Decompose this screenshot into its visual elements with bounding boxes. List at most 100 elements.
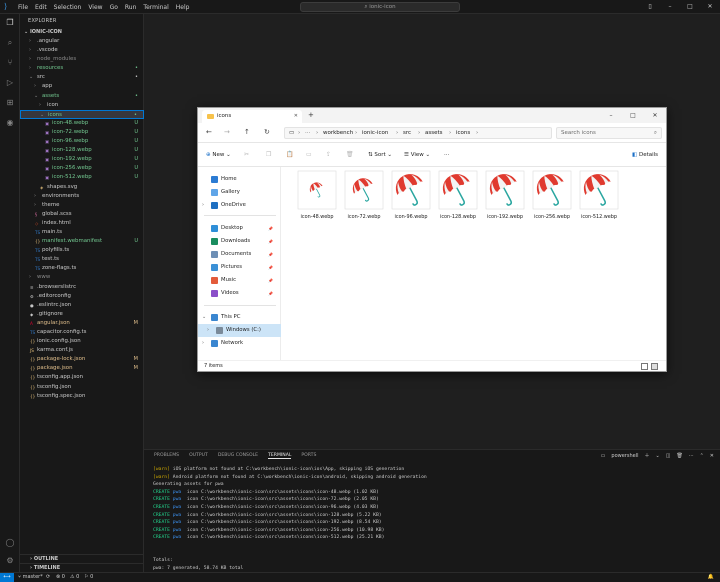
new-button[interactable]: ⊕ New ⌄ — [206, 150, 231, 160]
rename-icon[interactable]: ▭ — [306, 150, 312, 160]
terminal-shell-label[interactable]: powershell — [611, 453, 638, 459]
breadcrumb-overflow[interactable]: ··· — [305, 128, 310, 138]
sort-button[interactable]: ⇅ Sort ⌄ — [368, 150, 392, 160]
tree-item[interactable]: JS karma.conf.js — [20, 346, 144, 355]
breadcrumb-workbench[interactable]: workbench — [323, 128, 353, 138]
sync-icon[interactable]: ⟳ — [46, 573, 50, 582]
tree-item[interactable]: ◈ shapes.svg — [20, 183, 144, 192]
tree-item[interactable]: TS test.ts — [20, 255, 144, 264]
minimize-button[interactable]: – — [660, 0, 680, 14]
refresh-icon[interactable]: ↻ — [264, 128, 270, 137]
chevron-icon[interactable]: ⌄ — [202, 311, 206, 324]
cut-icon[interactable]: ✂ — [244, 150, 249, 160]
remote-explorer-icon[interactable]: ◉ — [4, 117, 16, 129]
more-options-button[interactable]: ··· — [444, 150, 449, 160]
chevron-icon[interactable]: › — [202, 337, 204, 350]
new-terminal-icon[interactable]: ＋ — [645, 452, 650, 459]
terminal-output[interactable]: [warn] iOS platform not found at C:\work… — [153, 466, 427, 580]
menu-view[interactable]: View — [88, 4, 102, 11]
nav-item-desktop[interactable]: Desktop 📌 — [198, 222, 281, 235]
menu-help[interactable]: Help — [176, 4, 190, 11]
explorer-minimize-button[interactable]: – — [600, 108, 622, 123]
tree-item[interactable]: › theme — [20, 201, 144, 210]
menu-edit[interactable]: Edit — [35, 4, 47, 11]
breadcrumb-assets[interactable]: assets — [425, 128, 443, 138]
nav-item-music[interactable]: Music 📌 — [198, 274, 281, 287]
share-icon[interactable]: ⇪ — [326, 150, 331, 160]
command-center-search[interactable]: ⌕ ionic-icon — [300, 2, 460, 12]
tree-item[interactable]: {} tsconfig.spec.json — [20, 392, 144, 401]
timeline-section[interactable]: › TIMELINE — [20, 563, 144, 572]
tree-item[interactable]: ▣ icon-48.webp U — [20, 119, 144, 128]
tree-item[interactable]: {} package-lock.json M — [20, 355, 144, 364]
breadcrumb-src[interactable]: src — [403, 128, 411, 138]
file-tile[interactable]: icon-512.webp — [579, 169, 619, 220]
explorer-close-button[interactable]: ✕ — [644, 108, 666, 123]
tree-item[interactable]: ▣ icon-72.webp U — [20, 128, 144, 137]
panel-tab-terminal[interactable]: TERMINAL — [268, 453, 292, 459]
settings-gear-icon[interactable]: ⚙ — [4, 555, 16, 567]
panel-tab-debug-console[interactable]: DEBUG CONSOLE — [218, 453, 258, 459]
tree-item[interactable]: › environments — [20, 192, 144, 201]
tree-item[interactable]: TS polyfills.ts — [20, 246, 144, 255]
delete-icon[interactable]: 🗑 — [346, 150, 354, 160]
tree-item[interactable]: TS zone-flags.ts — [20, 264, 144, 273]
errors-indicator[interactable]: ⊗ 0 — [56, 573, 65, 582]
file-tile[interactable]: icon-72.webp — [344, 170, 384, 220]
menu-terminal[interactable]: Terminal — [143, 4, 168, 11]
tree-item[interactable]: ▣ icon-256.webp U — [20, 164, 144, 173]
nav-item-documents[interactable]: Documents 📌 — [198, 248, 281, 261]
up-arrow-icon[interactable]: ↑ — [244, 128, 250, 137]
file-tile[interactable]: icon-128.webp — [438, 169, 478, 220]
search-icon[interactable]: ⌕ — [4, 37, 16, 49]
details-view-icon[interactable] — [641, 363, 648, 370]
tree-item[interactable]: § global.scss — [20, 210, 144, 219]
breadcrumb[interactable]: ▭ › ··· › workbench › ionic-icon › src ›… — [284, 127, 552, 139]
breadcrumb-ionic-icon[interactable]: ionic-icon — [362, 128, 388, 138]
panel-tab-output[interactable]: OUTPUT — [189, 453, 208, 459]
nav-item-home[interactable]: Home — [198, 173, 281, 186]
tree-item[interactable]: ▣ icon-512.webp U — [20, 173, 144, 182]
tree-item[interactable]: › node_modules — [20, 55, 144, 64]
tree-item[interactable]: › icon — [20, 101, 144, 110]
forward-arrow-icon[interactable]: → — [224, 128, 230, 137]
tree-item[interactable]: › .angular — [20, 37, 144, 46]
back-arrow-icon[interactable]: ← — [206, 128, 212, 137]
menu-go[interactable]: Go — [110, 4, 118, 11]
nav-item-onedrive[interactable]: › OneDrive — [198, 199, 281, 212]
tree-item[interactable]: ≡ .browserslistrc — [20, 283, 144, 292]
menu-file[interactable]: File — [18, 4, 28, 11]
files-icon[interactable]: ❐ — [4, 17, 16, 29]
tree-item[interactable]: › .vscode — [20, 46, 144, 55]
tree-item[interactable]: ▣ icon-96.webp U — [20, 137, 144, 146]
account-icon[interactable]: ◯ — [4, 537, 16, 549]
maximize-button[interactable]: □ — [680, 0, 700, 14]
tree-item[interactable]: {} manifest.webmanifest U — [20, 237, 144, 246]
tiles-view-icon[interactable] — [651, 363, 658, 370]
file-tile[interactable]: icon-256.webp — [532, 169, 572, 220]
nav-item-this-pc[interactable]: ⌄ This PC — [198, 311, 281, 324]
tree-item[interactable]: ▣ icon-192.webp U — [20, 155, 144, 164]
branch-indicator[interactable]: ⑂ master* — [18, 573, 43, 582]
outline-section[interactable]: › OUTLINE — [20, 554, 144, 563]
chevron-icon[interactable]: › — [202, 199, 204, 212]
explorer-maximize-button[interactable]: □ — [622, 108, 644, 123]
kill-terminal-icon[interactable]: 🗑 — [676, 453, 682, 459]
run-debug-icon[interactable]: ▷ — [4, 77, 16, 89]
layout-icon[interactable]: ▯ — [640, 0, 660, 14]
nav-item-windows-c[interactable]: › Windows (C:) — [198, 324, 281, 337]
tree-item[interactable]: › www — [20, 273, 144, 282]
project-name[interactable]: ⌄ IONIC-ICON — [24, 29, 62, 35]
file-tile[interactable]: icon-48.webp — [297, 170, 337, 220]
split-terminal-icon[interactable]: ◫ — [666, 453, 671, 459]
tree-item[interactable]: ⚙ .editorconfig — [20, 292, 144, 301]
tree-item[interactable]: TS main.ts — [20, 228, 144, 237]
tree-item[interactable]: Aangular.json M — [20, 319, 144, 328]
panel-tab-ports[interactable]: PORTS — [301, 453, 316, 459]
nav-item-downloads[interactable]: Downloads 📌 — [198, 235, 281, 248]
file-tile[interactable]: icon-192.webp — [485, 169, 525, 220]
tree-item[interactable]: {} package.json M — [20, 364, 144, 373]
menu-selection[interactable]: Selection — [54, 4, 82, 11]
ports-indicator[interactable]: ⚐ 0 — [84, 573, 93, 582]
tree-item[interactable]: {} tsconfig.app.json — [20, 373, 144, 382]
